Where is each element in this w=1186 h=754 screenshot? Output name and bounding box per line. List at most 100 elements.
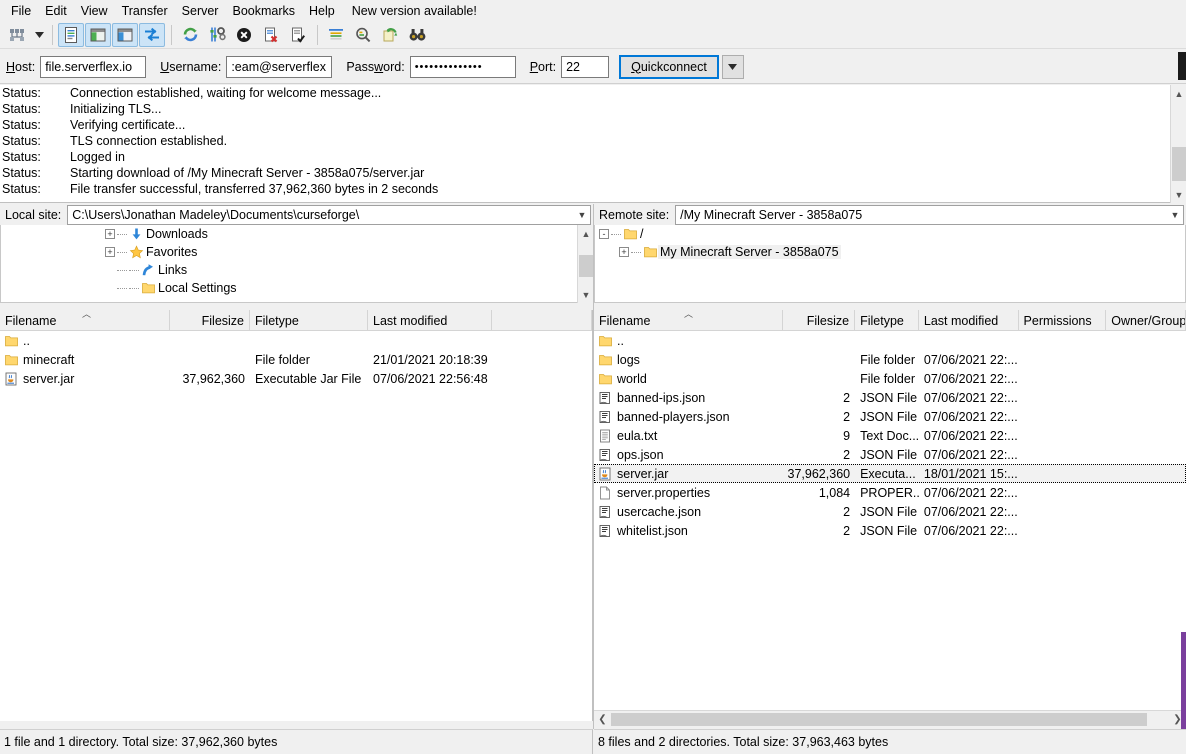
tree-line: [611, 233, 621, 235]
file-cell: [492, 331, 592, 350]
toggle-remote-tree-icon[interactable]: [112, 22, 138, 47]
site-manager-icon[interactable]: [4, 23, 30, 47]
message-log-scrollbar[interactable]: ▲ ▼: [1170, 85, 1186, 203]
remote-list-hscrollbar[interactable]: ❮ ❯: [594, 710, 1186, 727]
tree-node[interactable]: Local Settings: [1, 279, 592, 297]
file-row[interactable]: server.jar 37,962,360 Executa... 18/01/2021…: [594, 464, 1186, 483]
tree-node[interactable]: + Favorites: [1, 243, 592, 261]
column-header[interactable]: Permissions: [1019, 310, 1107, 331]
log-entry-kind: Status:: [2, 166, 41, 180]
file-cell: [1019, 369, 1107, 388]
remote-file-list[interactable]: ︿ Filename Filesize Filetype Last modified P…: [594, 310, 1186, 710]
toggle-transfer-queue-icon[interactable]: [139, 22, 165, 47]
file-cell: [1019, 521, 1107, 540]
synchronized-browsing-icon[interactable]: [377, 23, 403, 47]
file-name: whitelist.json: [617, 523, 688, 538]
expand-node-icon[interactable]: +: [619, 247, 629, 257]
directory-comparison-icon[interactable]: [350, 23, 376, 47]
hscroll-track[interactable]: [611, 711, 1169, 727]
file-row[interactable]: server.jar 37,962,360 Executable Jar File 0…: [0, 369, 592, 388]
host-input[interactable]: [40, 55, 147, 78]
file-row[interactable]: server.properties 1,084 PROPER... 07/06/202…: [594, 483, 1186, 502]
local-site-combo[interactable]: C:\Users\Jonathan Madeley\Documents\curs…: [67, 204, 591, 225]
file-row[interactable]: whitelist.json 2 JSON File 07/06/2021 22:..…: [594, 521, 1186, 540]
file-row[interactable]: world File folder 07/06/2021 22:...: [594, 369, 1186, 388]
file-row[interactable]: ..: [594, 331, 1186, 350]
local-directory-tree[interactable]: + Downloads + Favorites Links Local Settings: [0, 225, 593, 303]
column-header[interactable]: Filesize: [170, 310, 250, 331]
local-file-list[interactable]: ︿ Filename Filesize Filetype Last modified …: [0, 310, 593, 721]
hscroll-thumb[interactable]: [611, 712, 1147, 726]
file-name: server.jar: [617, 466, 669, 481]
cancel-operation-icon[interactable]: [231, 23, 257, 47]
menu-edit[interactable]: Edit: [38, 2, 74, 20]
quickconnect-button[interactable]: Quickconnect: [619, 54, 719, 79]
tree-node[interactable]: + Downloads: [1, 225, 592, 243]
file-row[interactable]: usercache.json 2 JSON File 07/06/2021 22:..…: [594, 502, 1186, 521]
find-files-icon[interactable]: [404, 23, 430, 47]
remote-site-row: Remote site: /My Minecraft Server - 3858…: [594, 204, 1186, 225]
tree-line: [631, 251, 641, 253]
column-header[interactable]: Owner/Group: [1106, 310, 1186, 331]
column-header[interactable]: Filetype: [250, 310, 368, 331]
folder-icon: [599, 335, 612, 346]
tree-node[interactable]: + My Minecraft Server - 3858a075: [595, 243, 1185, 261]
scroll-up-icon[interactable]: ▲: [1171, 85, 1186, 102]
menu-view[interactable]: View: [74, 2, 115, 20]
file-cell: 1,084: [818, 485, 851, 500]
menu-server[interactable]: Server: [175, 2, 226, 20]
menu-file[interactable]: File: [4, 2, 38, 20]
file-row[interactable]: eula.txt 9 Text Doc... 07/06/2021 22:...: [594, 426, 1186, 445]
reconnect-icon[interactable]: [285, 23, 311, 47]
column-header[interactable]: Last modified: [368, 310, 492, 331]
file-row[interactable]: banned-ips.json 2 JSON File 07/06/2021 22:.…: [594, 388, 1186, 407]
filter-icon[interactable]: [323, 23, 349, 47]
port-input[interactable]: [561, 55, 610, 78]
chevron-down-icon[interactable]: ▼: [574, 210, 590, 220]
file-cell: [1019, 426, 1107, 445]
local-status-bar: 1 file and 1 directory. Total size: 37,9…: [0, 729, 593, 754]
chevron-down-icon[interactable]: ▼: [1167, 210, 1183, 220]
expand-node-icon[interactable]: +: [105, 229, 115, 239]
scroll-thumb[interactable]: [579, 255, 593, 277]
column-header[interactable]: Filesize: [783, 310, 856, 331]
scroll-left-icon[interactable]: ❮: [594, 711, 611, 728]
menu-bookmarks[interactable]: Bookmarks: [225, 2, 302, 20]
menu-transfer[interactable]: Transfer: [115, 2, 175, 20]
log-entry: Status: File transfer successful, transfe…: [0, 181, 1186, 197]
file-row[interactable]: ..: [0, 331, 592, 350]
column-header[interactable]: Filetype: [855, 310, 919, 331]
file-row[interactable]: minecraft File folder 21/01/2021 20:18:39: [0, 350, 592, 369]
tree-node[interactable]: Links: [1, 261, 592, 279]
message-log[interactable]: Status: Connection established, waiting f…: [0, 85, 1186, 203]
remote-site-combo[interactable]: /My Minecraft Server - 3858a075 ▼: [675, 204, 1184, 225]
file-name-cell: logs: [594, 350, 783, 369]
file-row[interactable]: ops.json 2 JSON File 07/06/2021 22:...: [594, 445, 1186, 464]
password-input[interactable]: [409, 55, 516, 78]
scroll-down-icon[interactable]: ▼: [1171, 186, 1186, 203]
expand-node-icon[interactable]: +: [105, 247, 115, 257]
host-label: Host:: [6, 59, 36, 74]
site-manager-dropdown-icon[interactable]: [31, 23, 47, 47]
menu-help[interactable]: Help: [302, 2, 342, 20]
file-row[interactable]: banned-players.json 2 JSON File 07/06/2021 …: [594, 407, 1186, 426]
column-header[interactable]: [492, 310, 592, 331]
scroll-up-icon[interactable]: ▲: [578, 225, 594, 242]
toggle-message-log-icon[interactable]: [58, 22, 84, 47]
file-cell: [170, 350, 250, 369]
tree-node[interactable]: - /: [595, 225, 1185, 243]
username-input[interactable]: [226, 55, 333, 78]
transfer-settings-icon[interactable]: [204, 23, 230, 47]
remote-directory-tree[interactable]: - / + My Minecraft Server - 3858a075: [594, 225, 1186, 303]
column-header[interactable]: Last modified: [919, 310, 1019, 331]
scroll-down-icon[interactable]: ▼: [578, 286, 594, 303]
file-row[interactable]: logs File folder 07/06/2021 22:...: [594, 350, 1186, 369]
local-tree-scrollbar[interactable]: ▲ ▼: [577, 225, 593, 303]
scroll-thumb[interactable]: [1172, 147, 1186, 181]
quickconnect-dropdown-icon[interactable]: [721, 54, 744, 79]
toggle-local-tree-icon[interactable]: [85, 22, 111, 47]
disconnect-icon[interactable]: [258, 23, 284, 47]
refresh-icon[interactable]: [177, 23, 203, 47]
collapse-node-icon[interactable]: -: [599, 229, 609, 239]
new-version-notice[interactable]: New version available!: [342, 2, 484, 20]
